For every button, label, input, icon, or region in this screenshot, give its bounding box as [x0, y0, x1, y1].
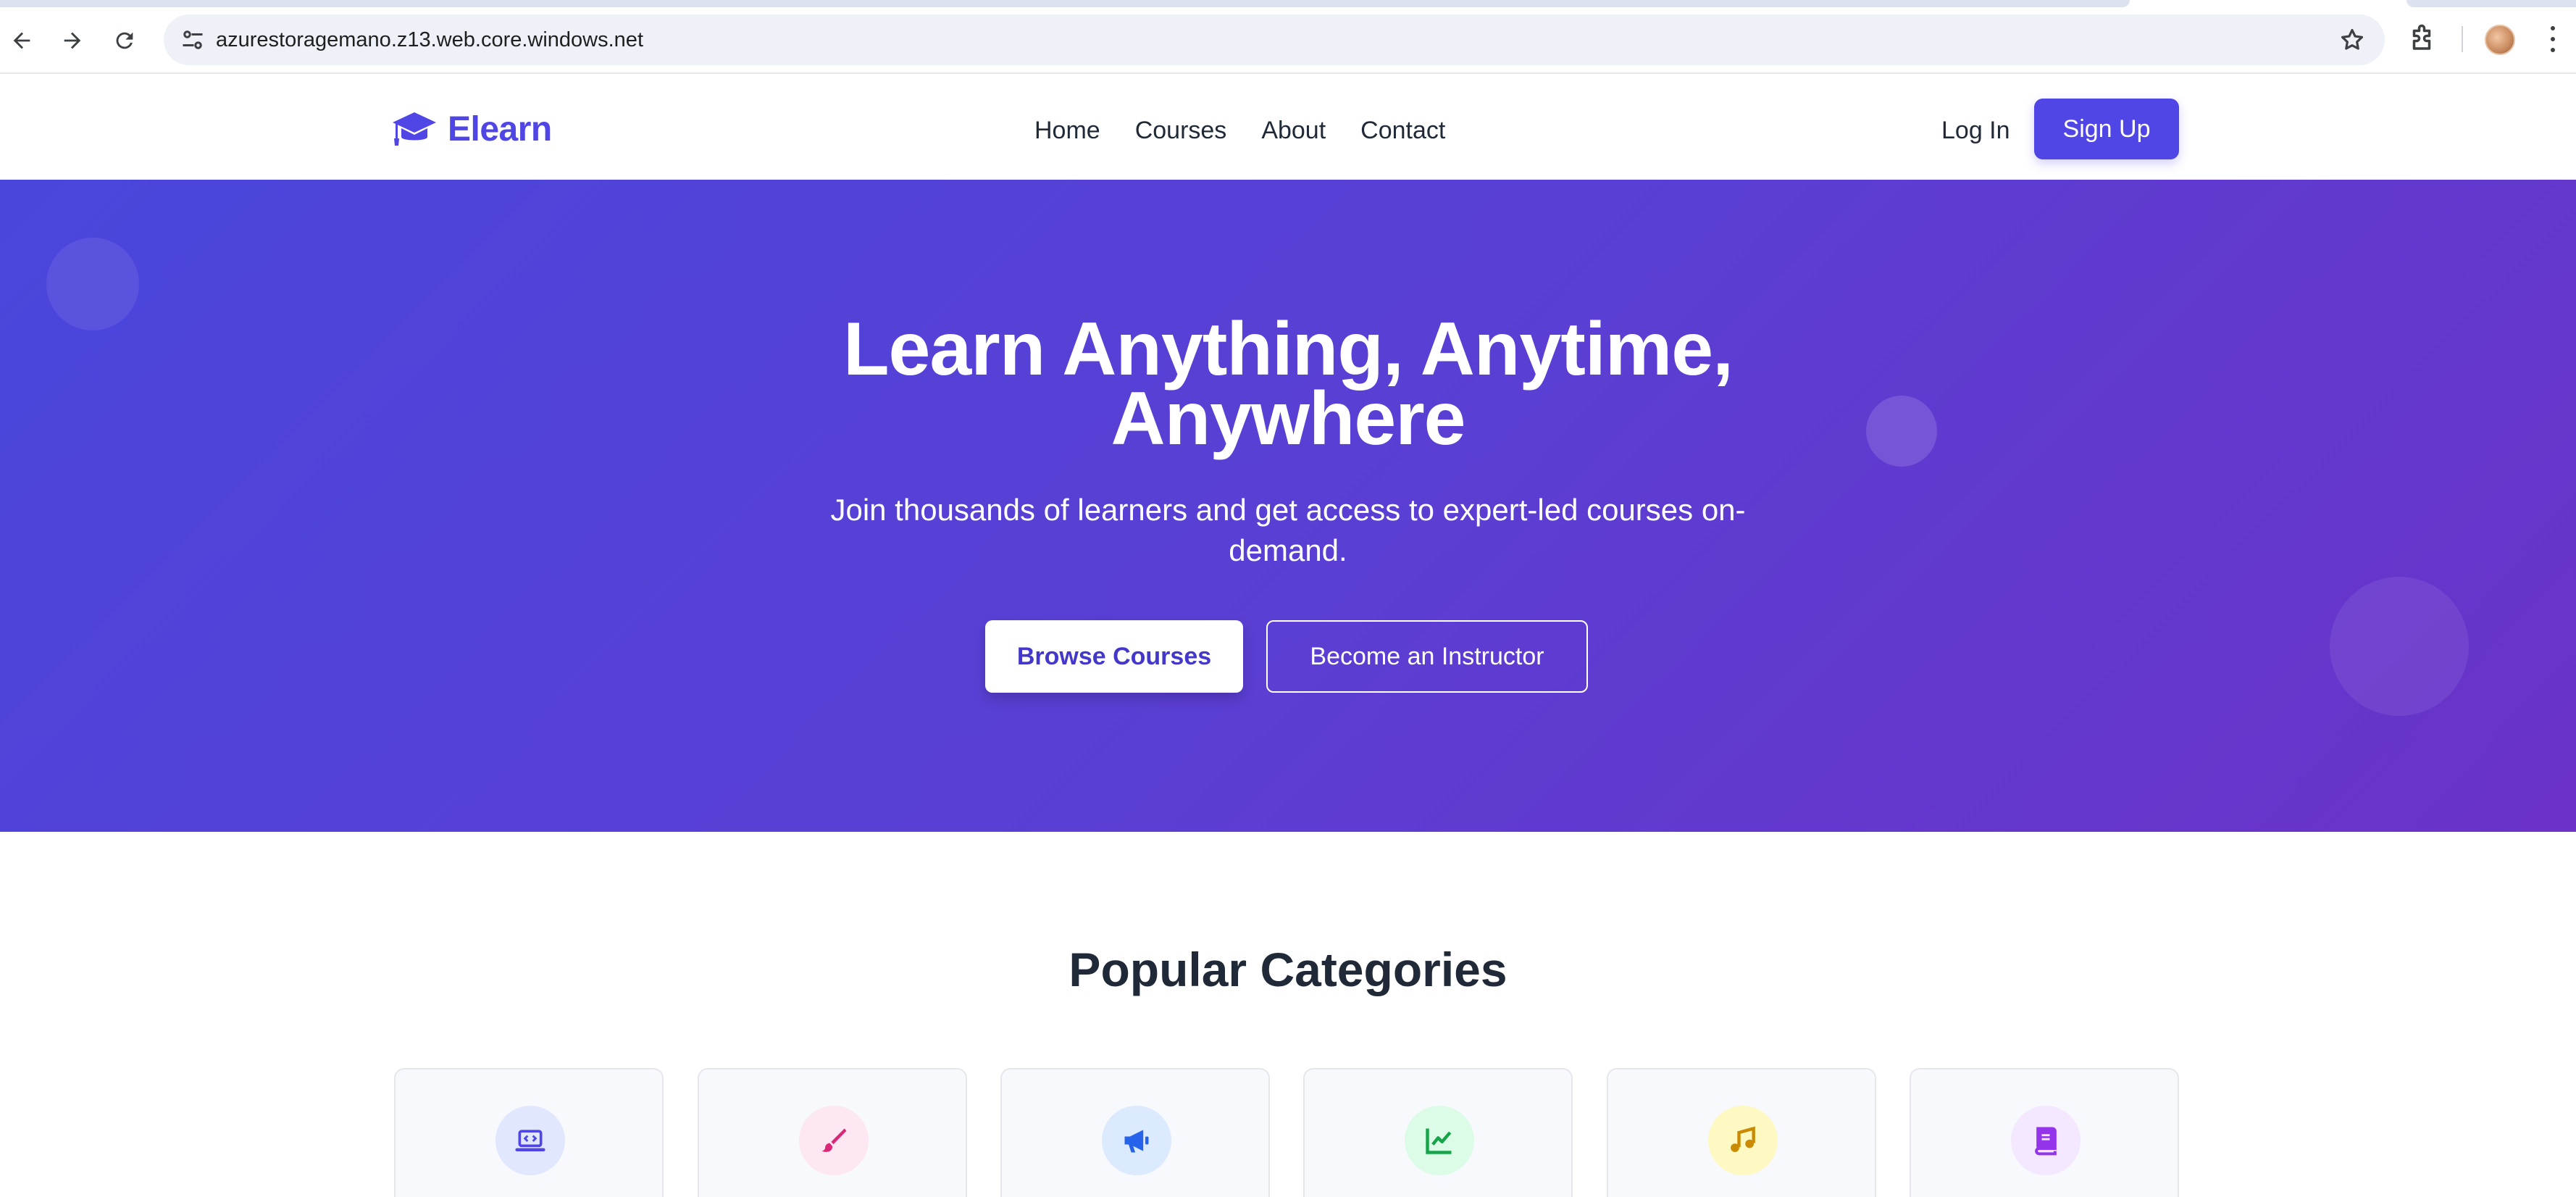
arrow-right-icon [64, 32, 81, 49]
category-icon-badge [1708, 1106, 1778, 1175]
book-icon [2035, 1127, 2057, 1156]
section-title: Popular Categories [1069, 943, 1507, 996]
browser-menu-button[interactable] [2544, 23, 2562, 55]
nav-about[interactable]: About [1261, 117, 1326, 145]
hero-title: Learn Anything, Anytime, Anywhere [843, 307, 1734, 461]
brand-name: Elearn [448, 109, 552, 149]
chart-line-icon [1426, 1128, 1452, 1154]
megaphone-icon [1124, 1130, 1149, 1153]
category-icon-badge [1102, 1106, 1171, 1175]
extensions-icon[interactable] [2406, 23, 2437, 54]
nav-contact[interactable]: Contact [1360, 117, 1445, 145]
laptop-code-icon [515, 1130, 545, 1152]
category-card[interactable] [1607, 1068, 1876, 1197]
brand-logo[interactable]: Elearn [391, 107, 552, 151]
category-icon-badge [495, 1106, 565, 1175]
music-icon [1731, 1126, 1755, 1152]
hero-section: Learn Anything, Anytime, Anywhere Join t… [0, 180, 2576, 832]
nav-home[interactable]: Home [1034, 117, 1100, 145]
address-bar[interactable]: azurestoragemano.z13.web.core.windows.ne… [164, 14, 2385, 65]
category-icon-badge [1405, 1106, 1474, 1175]
forward-button[interactable] [52, 20, 93, 61]
reload-button[interactable] [104, 20, 145, 61]
category-card[interactable] [698, 1068, 967, 1197]
decorative-circle [46, 238, 139, 330]
browse-courses-button[interactable]: Browse Courses [985, 620, 1243, 693]
url-text[interactable]: azurestoragemano.z13.web.core.windows.ne… [216, 14, 643, 65]
paint-brush-icon [821, 1128, 847, 1152]
category-card[interactable] [394, 1068, 664, 1197]
arrow-left-icon [13, 32, 30, 49]
hero-subtitle: Join thousands of learners and get acces… [830, 493, 1746, 567]
bookmark-star-icon[interactable] [2338, 26, 2366, 54]
decorative-circle [2330, 577, 2469, 716]
category-icon-badge [2011, 1106, 2081, 1175]
signup-button[interactable]: Sign Up [2034, 99, 2179, 159]
browser-chrome: azurestoragemano.z13.web.core.windows.ne… [0, 0, 2576, 74]
category-icon-badge [799, 1106, 869, 1175]
profile-avatar[interactable] [2485, 25, 2515, 55]
graduation-cap-icon [393, 112, 436, 146]
category-card[interactable] [1303, 1068, 1573, 1197]
main-nav: Home Courses About Contact [1034, 109, 1445, 152]
toolbar-divider [2462, 26, 2463, 52]
site-settings-icon[interactable] [180, 27, 206, 53]
decorative-circle [1866, 396, 1937, 467]
become-instructor-button[interactable]: Become an Instructor [1266, 620, 1588, 693]
category-card[interactable] [1000, 1068, 1270, 1197]
back-button[interactable] [1, 20, 42, 61]
login-link[interactable]: Log In [1941, 109, 2010, 152]
nav-courses[interactable]: Courses [1135, 117, 1227, 145]
site-header: Elearn Home Courses About Contact Log In… [0, 75, 2576, 180]
tab-strip [0, 0, 2130, 7]
tab-strip-right [2406, 0, 2576, 7]
reload-icon [116, 32, 133, 49]
category-card[interactable] [1910, 1068, 2179, 1197]
